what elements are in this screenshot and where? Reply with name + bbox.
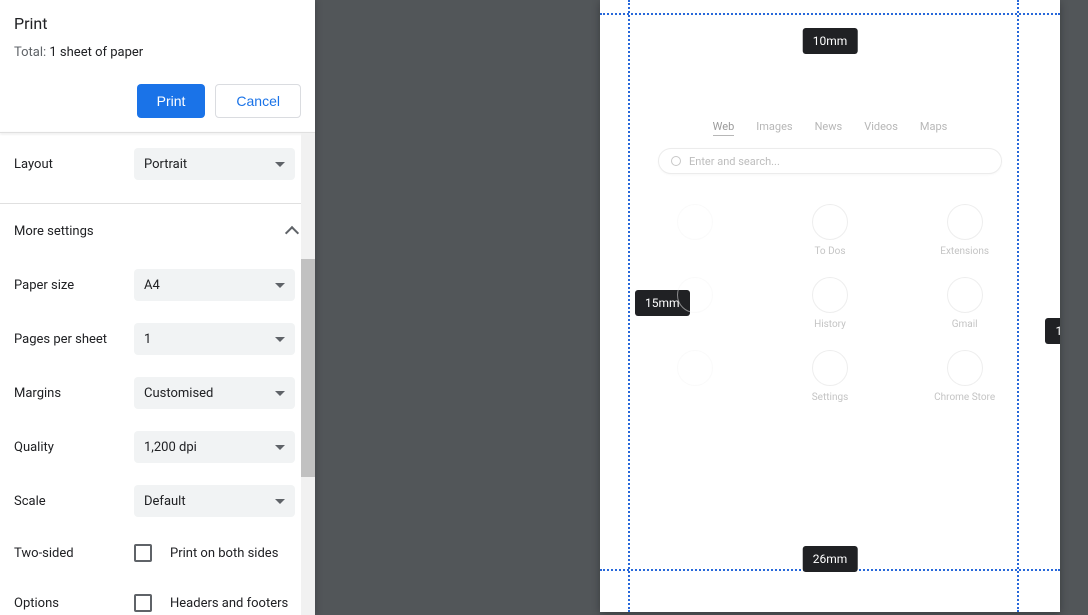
scale-select[interactable]: Default xyxy=(134,485,295,517)
preview-tile-icon xyxy=(947,350,983,386)
preview-tile: Extensions xyxy=(917,204,1012,257)
scrollbar-thumb[interactable] xyxy=(301,259,315,477)
action-buttons: Print Cancel xyxy=(0,76,315,132)
preview-tab-web: Web xyxy=(713,120,735,136)
preview-tab-videos: Videos xyxy=(864,120,898,136)
margin-badge-top[interactable]: 10mm xyxy=(803,28,858,54)
margins-row: Margins Customised xyxy=(14,366,301,420)
scale-row: Scale Default xyxy=(14,474,301,528)
scrollbar-track[interactable] xyxy=(301,133,315,615)
preview-search-bar: Enter and search... xyxy=(658,148,1002,174)
layout-row: Layout Portrait xyxy=(14,137,301,191)
paper-size-label: Paper size xyxy=(14,278,134,293)
pages-per-sheet-value: 1 xyxy=(144,332,151,347)
print-dialog: Print Total: 1 sheet of paper Print Canc… xyxy=(0,0,1088,615)
preview-tile-icon xyxy=(677,277,713,313)
print-button[interactable]: Print xyxy=(137,84,206,118)
paper-size-row: Paper size A4 xyxy=(14,258,301,312)
layout-value: Portrait xyxy=(144,157,187,172)
preview-tile: Gmail xyxy=(917,277,1012,330)
preview-tab-images: Images xyxy=(756,120,792,136)
options-row: Options Headers and footers xyxy=(14,578,301,615)
more-settings-label: More settings xyxy=(14,224,94,239)
two-sided-label: Two-sided xyxy=(14,546,134,561)
scale-value: Default xyxy=(144,494,186,509)
preview-tile-icon xyxy=(677,350,713,386)
total-value: 1 sheet of paper xyxy=(49,45,143,60)
paper-size-value: A4 xyxy=(144,278,160,293)
preview-tab-maps: Maps xyxy=(920,120,947,136)
margins-value: Customised xyxy=(144,386,213,401)
preview-tile-icon xyxy=(812,350,848,386)
caret-down-icon xyxy=(275,337,285,342)
settings-panel: Print Total: 1 sheet of paper Print Canc… xyxy=(0,0,315,615)
preview-tile xyxy=(648,204,743,257)
margin-guide-top[interactable] xyxy=(600,13,1060,15)
two-sided-checkbox[interactable] xyxy=(134,544,152,562)
margins-select[interactable]: Customised xyxy=(134,377,295,409)
print-preview-area: 10mm 15mm 10mm 26mm Web Images News Vide… xyxy=(315,0,1088,615)
headers-footers-checkbox[interactable] xyxy=(134,594,152,612)
preview-tabs: Web Images News Videos Maps xyxy=(628,120,1032,136)
preview-tile-icon xyxy=(812,277,848,313)
two-sided-text: Print on both sides xyxy=(170,546,278,561)
quality-value: 1,200 dpi xyxy=(144,440,197,455)
preview-tab-news: News xyxy=(815,120,843,136)
cancel-button[interactable]: Cancel xyxy=(215,84,301,118)
preview-tile-icon xyxy=(947,204,983,240)
panel-header: Print Total: 1 sheet of paper xyxy=(0,0,315,76)
layout-select[interactable]: Portrait xyxy=(134,148,295,180)
preview-tile: History xyxy=(783,277,878,330)
search-icon xyxy=(671,156,681,166)
caret-down-icon xyxy=(275,162,285,167)
preview-tile xyxy=(648,277,743,330)
preview-tile xyxy=(648,350,743,403)
preview-search-placeholder: Enter and search... xyxy=(689,155,780,168)
more-settings-toggle[interactable]: More settings xyxy=(14,204,301,258)
margin-badge-right[interactable]: 10mm xyxy=(1045,318,1060,344)
total-sheets: Total: 1 sheet of paper xyxy=(14,45,301,60)
headers-footers-text: Headers and footers xyxy=(170,596,288,611)
margins-label: Margins xyxy=(14,386,134,401)
quality-label: Quality xyxy=(14,440,134,455)
preview-page[interactable]: 10mm 15mm 10mm 26mm Web Images News Vide… xyxy=(600,0,1060,612)
caret-down-icon xyxy=(275,391,285,396)
layout-label: Layout xyxy=(14,157,134,172)
preview-content: Web Images News Videos Maps Enter and se… xyxy=(628,120,1032,403)
margin-badge-bottom[interactable]: 26mm xyxy=(803,546,858,572)
options-label: Options xyxy=(14,596,134,611)
paper-size-select[interactable]: A4 xyxy=(134,269,295,301)
pages-per-sheet-select[interactable]: 1 xyxy=(134,323,295,355)
pages-per-sheet-label: Pages per sheet xyxy=(14,332,134,347)
total-label: Total: xyxy=(14,45,49,60)
preview-tile-icon xyxy=(947,277,983,313)
preview-tile-icon xyxy=(812,204,848,240)
preview-tile: To Dos xyxy=(783,204,878,257)
caret-down-icon xyxy=(275,283,285,288)
chevron-up-icon xyxy=(285,226,299,240)
preview-tile: Settings xyxy=(783,350,878,403)
caret-down-icon xyxy=(275,499,285,504)
caret-down-icon xyxy=(275,445,285,450)
settings-scroll-area: Layout Portrait More settings Paper size… xyxy=(0,133,315,615)
preview-tile: Chrome Store xyxy=(917,350,1012,403)
quality-row: Quality 1,200 dpi xyxy=(14,420,301,474)
preview-tile-grid: To Dos Extensions History Gmail Settings… xyxy=(648,204,1012,403)
dialog-title: Print xyxy=(14,14,301,33)
quality-select[interactable]: 1,200 dpi xyxy=(134,431,295,463)
pages-per-sheet-row: Pages per sheet 1 xyxy=(14,312,301,366)
scale-label: Scale xyxy=(14,494,134,509)
two-sided-row: Two-sided Print on both sides xyxy=(14,528,301,578)
preview-tile-icon xyxy=(677,204,713,240)
